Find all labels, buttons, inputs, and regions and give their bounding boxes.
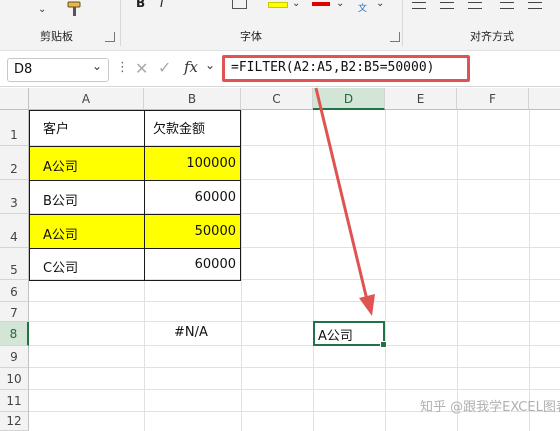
annotation-arrow-head	[359, 294, 375, 316]
watermark: 知乎 @跟我学EXCEL图表	[420, 400, 560, 415]
annotation-arrow-shaft	[314, 87, 369, 301]
annotation-arrow	[314, 87, 375, 316]
